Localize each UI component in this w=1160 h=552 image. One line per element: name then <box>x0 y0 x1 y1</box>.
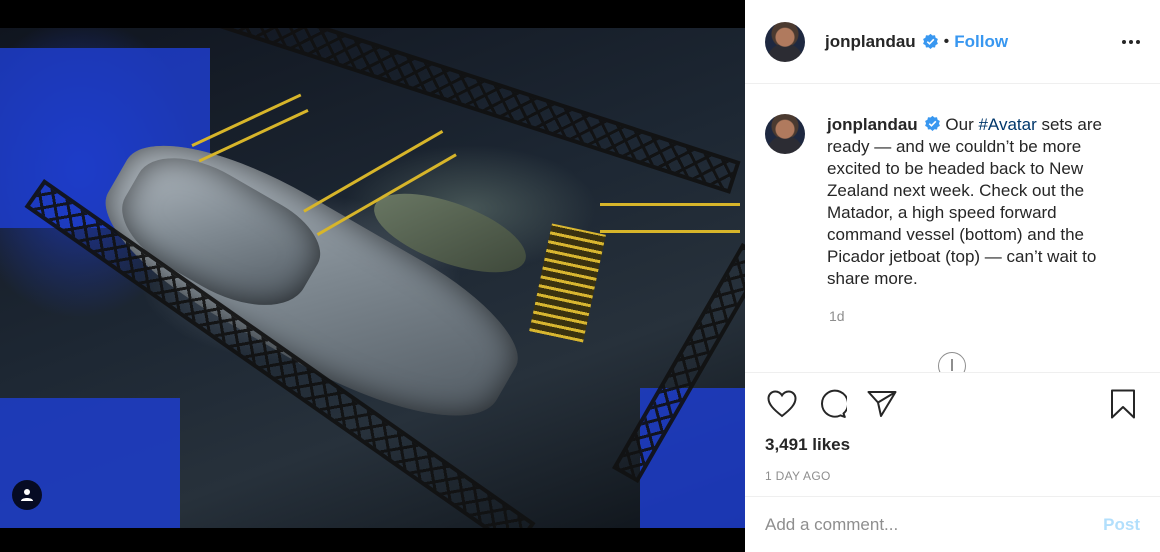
post-side-panel: jonplandau • Follow jonplandau Our #Avat… <box>745 0 1160 552</box>
hashtag-link[interactable]: #Avatar <box>978 115 1036 134</box>
actions-section: 3,491 likes 1 DAY AGO <box>745 372 1160 494</box>
caption-text-start: Our <box>945 115 979 134</box>
add-comment-bar: Post <box>745 496 1160 552</box>
post-comment-button[interactable]: Post <box>1103 515 1140 535</box>
post-date: 1 DAY AGO <box>765 469 831 483</box>
follow-button[interactable]: Follow <box>954 32 1008 52</box>
caption-text-rest: sets are ready — and we couldn’t be more… <box>827 115 1102 288</box>
comment-icon[interactable] <box>815 387 849 421</box>
tagged-users-icon[interactable] <box>12 480 42 510</box>
comment-input[interactable] <box>765 514 1104 535</box>
action-bar <box>765 373 1140 435</box>
caption-time[interactable]: 1d <box>829 308 1140 324</box>
verified-badge-icon <box>924 115 940 131</box>
avatar[interactable] <box>765 21 805 62</box>
post-header: jonplandau • Follow <box>745 0 1160 84</box>
photo-pane <box>0 0 745 552</box>
caption-body: jonplandau Our #Avatar sets are ready — … <box>827 114 1117 290</box>
catwalk-rail-3 <box>600 203 740 233</box>
verified-badge-icon <box>922 33 938 49</box>
bookmark-icon[interactable] <box>1106 387 1140 421</box>
likes-count[interactable]: 3,491 likes <box>765 435 1140 455</box>
post-image[interactable] <box>0 28 745 528</box>
load-more-comments-icon[interactable] <box>938 352 966 372</box>
share-icon[interactable] <box>865 387 899 421</box>
caption-avatar[interactable] <box>765 114 805 154</box>
more-options-icon[interactable] <box>1122 34 1140 50</box>
separator-dot: • <box>943 32 950 50</box>
header-username[interactable]: jonplandau <box>825 32 916 52</box>
yellow-stairs <box>529 223 606 343</box>
caption: jonplandau Our #Avatar sets are ready — … <box>765 114 1140 290</box>
caption-username[interactable]: jonplandau <box>827 115 918 134</box>
heart-icon[interactable] <box>765 387 799 421</box>
comments-area: jonplandau Our #Avatar sets are ready — … <box>745 84 1160 372</box>
